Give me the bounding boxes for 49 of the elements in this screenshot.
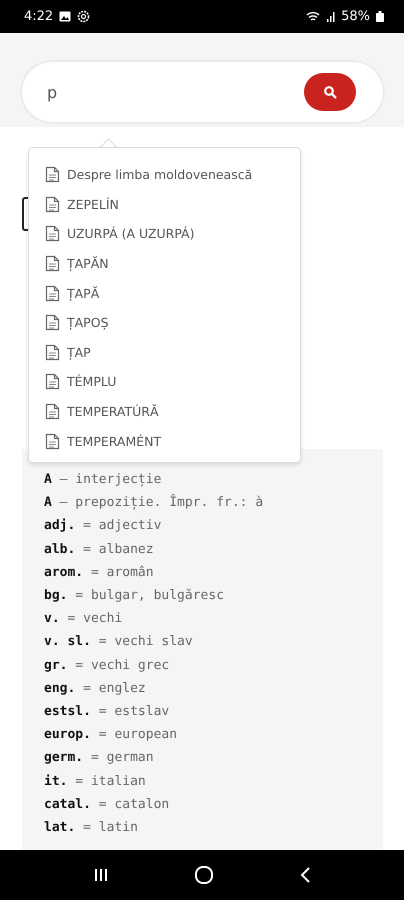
document-icon bbox=[45, 166, 60, 184]
abbreviation-line: estsl. = estslav bbox=[44, 703, 170, 722]
abbreviation-line: alb. = albanez bbox=[44, 540, 155, 559]
document-icon bbox=[45, 255, 60, 272]
abbreviation-line: adj. = adjectiv bbox=[44, 517, 162, 536]
abbreviation-line: eng. = englez bbox=[44, 680, 147, 698]
abbreviation-line: bg. = bulgar, bulgăresc bbox=[44, 587, 226, 606]
suggestion-item[interactable]: Despre limba moldovenească bbox=[29, 160, 300, 190]
abbreviation-line: arom. = aromân bbox=[44, 564, 155, 582]
document-icon bbox=[45, 373, 60, 390]
search-field[interactable]: p bbox=[22, 62, 383, 122]
abbreviation-line: germ. = german bbox=[44, 749, 155, 768]
suggestion-item[interactable]: ZEPELÍN bbox=[29, 190, 300, 220]
document-icon bbox=[45, 284, 60, 302]
abbreviation-line: catal. = catalon bbox=[44, 796, 170, 814]
abbreviation-line: gr. = vechi grec bbox=[44, 656, 170, 675]
abbreviation-line: lat. = latin bbox=[44, 819, 139, 838]
document-icon bbox=[45, 314, 60, 332]
suggestion-item[interactable]: ȚAPOȘ bbox=[29, 308, 300, 338]
document-icon bbox=[45, 225, 60, 242]
search-button[interactable] bbox=[304, 73, 356, 111]
battery-icon bbox=[376, 11, 384, 22]
gear-icon bbox=[77, 10, 90, 23]
document-icon bbox=[45, 403, 60, 420]
search-icon bbox=[323, 85, 337, 99]
abbreviation-line: it. = italian bbox=[44, 772, 147, 791]
document-icon bbox=[45, 432, 60, 450]
suggestion-item[interactable]: ȚAP bbox=[29, 338, 300, 368]
suggestion-item[interactable]: ȚAPĂN bbox=[29, 248, 300, 278]
suggestion-item[interactable]: TÉMPLU bbox=[29, 367, 300, 397]
status-time: 4:22 bbox=[24, 9, 54, 24]
back-icon[interactable] bbox=[299, 866, 312, 884]
suggestion-item[interactable]: TEMPERATÚRĂ bbox=[29, 396, 300, 426]
signal-icon bbox=[326, 11, 336, 22]
suggestion-item[interactable]: ȚAPĂ bbox=[29, 278, 300, 308]
abbreviation-line: v. sl. = vechi slav bbox=[44, 633, 194, 652]
abbreviation-line: europ. = european bbox=[44, 726, 178, 744]
home-icon[interactable] bbox=[194, 865, 214, 885]
document-icon bbox=[45, 344, 60, 361]
image-icon bbox=[59, 11, 72, 22]
recent-apps-icon[interactable] bbox=[92, 867, 109, 883]
abbreviation-line: A – interjecție bbox=[44, 471, 162, 489]
abbreviation-line: v. = vechi bbox=[44, 610, 124, 628]
document-icon bbox=[45, 196, 60, 213]
abbreviation-line: A – prepoziție. Împr. fr.: à bbox=[44, 492, 264, 512]
wifi-icon bbox=[306, 11, 320, 22]
battery-level: 58% bbox=[341, 9, 370, 24]
suggestion-item[interactable]: UZURPÁ (A UZURPÁ) bbox=[29, 219, 300, 249]
suggestion-item[interactable]: TEMPERAMÉNT bbox=[29, 426, 300, 456]
